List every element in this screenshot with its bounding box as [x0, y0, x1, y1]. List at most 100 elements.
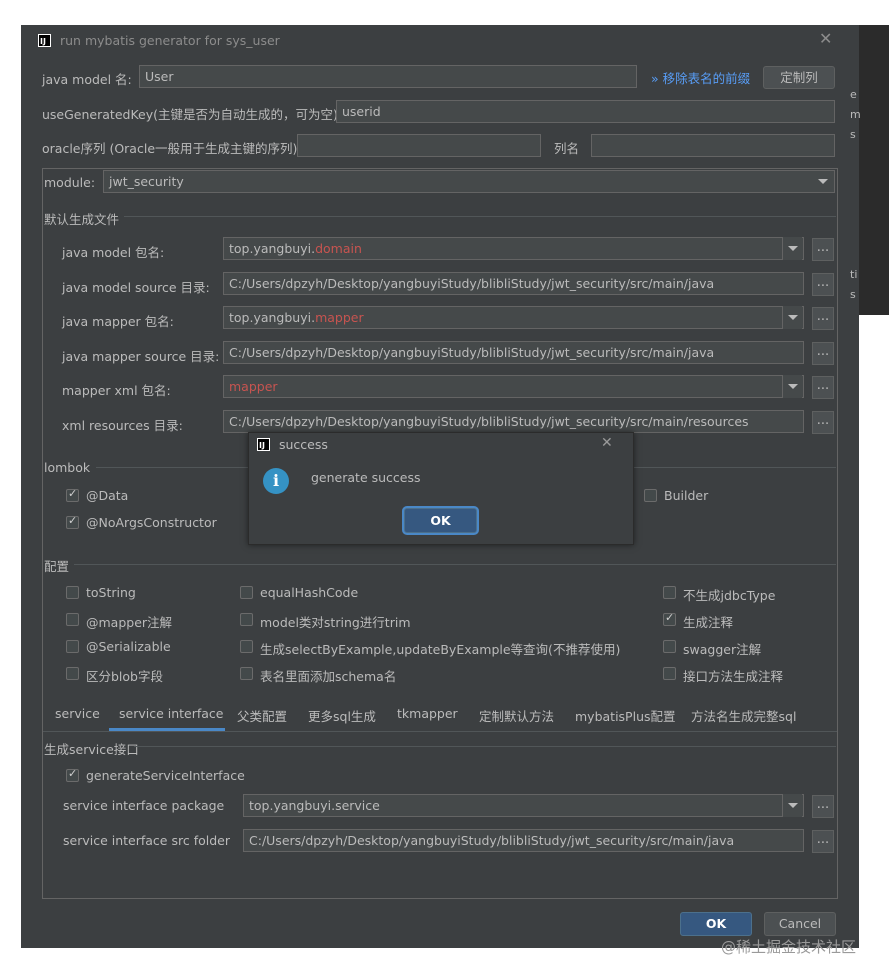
section-divider	[124, 216, 836, 217]
tab-custom-default-methods[interactable]: 定制默认方法	[479, 706, 554, 725]
java-model-source-input[interactable]: C:/Users/dpzyh/Desktop/yangbuyiStudy/bli…	[223, 272, 804, 295]
schema-name-checkbox[interactable]	[240, 667, 253, 680]
service-interface-section-title: 生成service接口	[44, 742, 139, 757]
browse-button[interactable]: ...	[812, 342, 834, 365]
chevron-down-icon[interactable]	[782, 794, 802, 817]
background-fragment: m	[850, 108, 861, 121]
service-folder-input[interactable]: C:/Users/dpzyh/Desktop/yangbuyiStudy/bli…	[243, 829, 804, 852]
success-ok-button[interactable]: OK	[404, 508, 477, 533]
lombok-data-checkbox[interactable]	[66, 487, 79, 502]
tab-tkmapper[interactable]: tkmapper	[397, 706, 458, 721]
browse-button[interactable]: ...	[812, 307, 834, 330]
browse-button[interactable]: ...	[812, 376, 834, 399]
browse-button[interactable]: ...	[812, 411, 834, 434]
generate-comments-label: 生成注释	[683, 615, 734, 630]
interface-comments-label: 接口方法生成注释	[683, 669, 784, 684]
tab-parent-class-config[interactable]: 父类配置	[237, 706, 287, 725]
service-package-select[interactable]: top.yangbuyi.service	[243, 794, 804, 817]
java-model-package-select[interactable]: top.yangbuyi.domain	[223, 237, 804, 260]
xml-resources-label: xml resources 目录:	[62, 418, 183, 433]
default-files-section-title: 默认生成文件	[44, 212, 120, 227]
intellij-logo-icon: IJ	[38, 34, 51, 47]
package-suffix: domain	[315, 241, 362, 256]
background-fragment: s	[850, 288, 856, 301]
lombok-noargs-checkbox[interactable]	[66, 514, 79, 529]
tostring-checkbox[interactable]	[66, 586, 79, 599]
java-model-source-label: java model source 目录:	[62, 280, 210, 295]
browse-button[interactable]: ...	[812, 273, 834, 296]
browse-button[interactable]: ...	[812, 830, 834, 853]
java-model-name-input[interactable]: User	[139, 65, 637, 88]
close-icon[interactable]: ✕	[819, 29, 835, 48]
generate-service-interface-checkbox[interactable]	[66, 767, 79, 782]
tab-mybatisplus-config[interactable]: mybatisPlus配置	[575, 706, 676, 725]
column-name-input[interactable]	[591, 134, 835, 157]
lombok-builder-checkbox[interactable]	[644, 489, 657, 502]
serializable-label: @Serializable	[86, 639, 171, 654]
service-package-label: service interface package	[63, 798, 225, 813]
cancel-button[interactable]: Cancel	[764, 912, 836, 936]
mapper-xml-package-select[interactable]: mapper	[223, 375, 804, 398]
mapper-annotation-checkbox[interactable]	[66, 613, 79, 626]
watermark-text: @稀土掘金技术社区	[721, 938, 857, 956]
lombok-data-label: @Data	[86, 488, 129, 503]
tab-more-sql[interactable]: 更多sql生成	[308, 706, 376, 725]
use-generated-key-input[interactable]: userid	[336, 100, 835, 123]
lombok-noargs-label: @NoArgsConstructor	[86, 515, 217, 530]
string-trim-checkbox[interactable]	[240, 613, 253, 626]
java-model-name-label: java model 名:	[42, 72, 132, 87]
tab-service-interface[interactable]: service interface	[119, 706, 224, 721]
chevron-down-icon[interactable]	[813, 170, 833, 193]
no-jdbctype-checkbox[interactable]	[663, 586, 676, 599]
blob-field-checkbox[interactable]	[66, 667, 79, 680]
lombok-builder-label: Builder	[664, 488, 709, 503]
package-suffix: mapper	[229, 379, 278, 394]
tab-method-name-sql[interactable]: 方法名生成完整sql	[691, 706, 796, 725]
browse-button[interactable]: ...	[812, 795, 834, 818]
equal-hashcode-checkbox[interactable]	[240, 586, 253, 599]
remove-prefix-link[interactable]: » 移除表名的前缀	[651, 68, 750, 87]
chevron-down-icon[interactable]	[782, 375, 802, 398]
chevron-down-icon[interactable]	[782, 306, 802, 329]
close-icon[interactable]: ✕	[601, 435, 613, 451]
success-message: generate success	[311, 470, 421, 485]
blob-field-label: 区分blob字段	[86, 669, 163, 684]
schema-name-label: 表名里面添加schema名	[260, 669, 397, 684]
tostring-label: toString	[86, 585, 136, 600]
background-fragment: ti	[850, 268, 858, 281]
section-divider	[134, 746, 836, 747]
equal-hashcode-label: equalHashCode	[260, 585, 359, 600]
java-mapper-source-input[interactable]: C:/Users/dpzyh/Desktop/yangbuyiStudy/bli…	[223, 341, 804, 364]
success-dialog: IJ success ✕ i generate success OK	[248, 432, 634, 545]
java-mapper-package-select[interactable]: top.yangbuyi.mapper	[223, 306, 804, 329]
package-prefix: top.yangbuyi.	[229, 310, 316, 325]
browse-button[interactable]: ...	[812, 238, 834, 261]
service-folder-label: service interface src folder	[63, 833, 230, 848]
generate-comments-checkbox[interactable]	[663, 611, 676, 626]
intellij-logo-icon: IJ	[257, 438, 270, 451]
serializable-checkbox[interactable]	[66, 640, 79, 653]
custom-columns-button[interactable]: 定制列	[763, 66, 835, 89]
use-generated-key-label: useGeneratedKey(主键是否为自动生成的，可为空):	[42, 107, 343, 122]
select-by-example-label: 生成selectByExample,updateByExample等查询(不推荐…	[260, 642, 621, 657]
tab-bar-divider	[43, 731, 837, 732]
chevron-down-icon[interactable]	[782, 237, 802, 260]
oracle-sequence-input[interactable]	[297, 134, 541, 157]
oracle-sequence-label: oracle序列 (Oracle一般用于生成主键的序列)	[42, 141, 298, 156]
tab-service[interactable]: service	[55, 706, 100, 721]
swagger-annotation-label: swagger注解	[683, 642, 762, 657]
mapper-xml-package-label: mapper xml 包名:	[62, 383, 171, 398]
module-select[interactable]: jwt_security	[103, 170, 835, 193]
title-bar: IJ run mybatis generator for sys_user ✕	[21, 25, 859, 55]
select-by-example-checkbox[interactable]	[240, 640, 253, 653]
ok-button[interactable]: OK	[680, 912, 752, 936]
section-divider	[74, 564, 836, 565]
xml-resources-input[interactable]: C:/Users/dpzyh/Desktop/yangbuyiStudy/bli…	[223, 410, 804, 433]
generate-service-interface-label: generateServiceInterface	[86, 768, 245, 783]
package-suffix: mapper	[315, 310, 364, 325]
window-title: run mybatis generator for sys_user	[60, 33, 280, 48]
config-section-title: 配置	[44, 559, 70, 574]
background-fragment: s	[850, 128, 856, 141]
swagger-annotation-checkbox[interactable]	[663, 640, 676, 653]
interface-comments-checkbox[interactable]	[663, 667, 676, 680]
